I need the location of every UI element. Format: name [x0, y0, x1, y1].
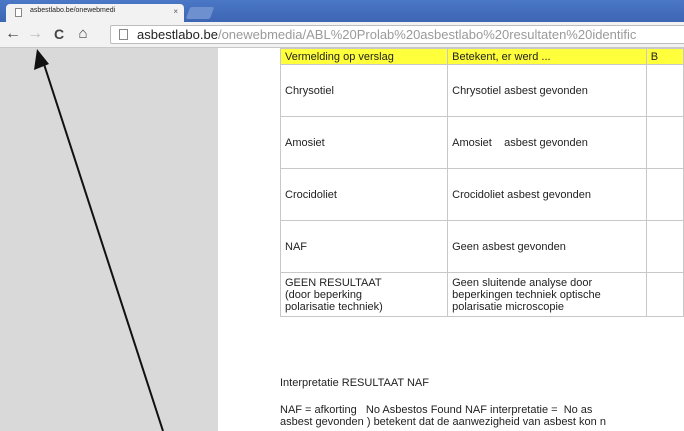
home-icon[interactable]: ⌂ [74, 25, 92, 43]
column-header: Betekent, er werd ... [447, 48, 647, 65]
tab-strip: asbestlabo.be/onewebmedi × [0, 0, 684, 22]
url-path: /onewebmedia/ABL%20Prolab%20asbestlabo%2… [217, 27, 637, 42]
page-icon [119, 29, 128, 40]
browser-tab[interactable]: asbestlabo.be/onewebmedi × [6, 4, 184, 22]
table-row: NAF Geen asbest gevonden [279, 220, 684, 273]
new-tab-button[interactable] [185, 7, 215, 19]
url-host: asbestlabo.be [137, 27, 218, 42]
reload-icon[interactable]: C [50, 25, 68, 43]
table-row: Crocidoliet Crocidoliet asbest gevonden [279, 168, 684, 221]
table-row: Amosiet Amosiet asbest gevonden [279, 116, 684, 169]
back-arrow-icon[interactable]: ← [4, 25, 22, 43]
table-row: Chrysotiel Chrysotiel asbest gevonden [279, 64, 684, 117]
interpretation-line: NAF = afkorting No Asbestos Found NAF in… [280, 404, 593, 416]
meaning-cell: Geen sluitende analyse door beperkingen … [447, 272, 647, 317]
page-icon [15, 8, 22, 17]
page-viewport: Vermelding op verslag Betekent, er werd … [0, 48, 684, 431]
column-header: Vermelding op verslag [279, 48, 449, 65]
meaning-cell: Geen asbest gevonden [447, 220, 647, 273]
term-cell: GEEN RESULTAAT (door beperking polarisat… [279, 272, 449, 317]
empty-cell [645, 272, 684, 317]
term-cell: Crocidoliet [279, 168, 449, 221]
address-bar[interactable]: asbestlabo.be/onewebmedia/ABL%20Prolab%2… [110, 25, 684, 44]
term-cell: NAF [279, 220, 449, 273]
interpretation-title: Interpretatie RESULTAAT NAF [280, 377, 429, 389]
forward-arrow-icon[interactable]: → [26, 25, 44, 43]
term-cell: Amosiet [279, 116, 449, 169]
term-cell: Chrysotiel [279, 64, 449, 117]
empty-cell [645, 220, 684, 273]
results-table: Vermelding op verslag Betekent, er werd … [279, 48, 684, 317]
empty-cell [645, 116, 684, 169]
close-icon[interactable]: × [173, 7, 178, 16]
table-header-row: Vermelding op verslag Betekent, er werd … [279, 48, 684, 65]
tab-title: asbestlabo.be/onewebmedi [30, 7, 116, 14]
browser-toolbar: ← → C ⌂ asbestlabo.be/onewebmedia/ABL%20… [0, 22, 684, 48]
empty-cell [645, 168, 684, 221]
interpretation-line: asbest gevonden ) betekent dat de aanwez… [280, 416, 606, 428]
document-page: Vermelding op verslag Betekent, er werd … [218, 48, 684, 431]
meaning-cell: Amosiet asbest gevonden [447, 116, 647, 169]
empty-cell [645, 64, 684, 117]
table-row: GEEN RESULTAAT (door beperking polarisat… [279, 272, 684, 317]
interpretation-body: NAF = afkorting No Asbestos Found NAF in… [280, 404, 684, 428]
meaning-cell: Crocidoliet asbest gevonden [447, 168, 647, 221]
column-header: B [645, 48, 684, 65]
meaning-cell: Chrysotiel asbest gevonden [447, 64, 647, 117]
